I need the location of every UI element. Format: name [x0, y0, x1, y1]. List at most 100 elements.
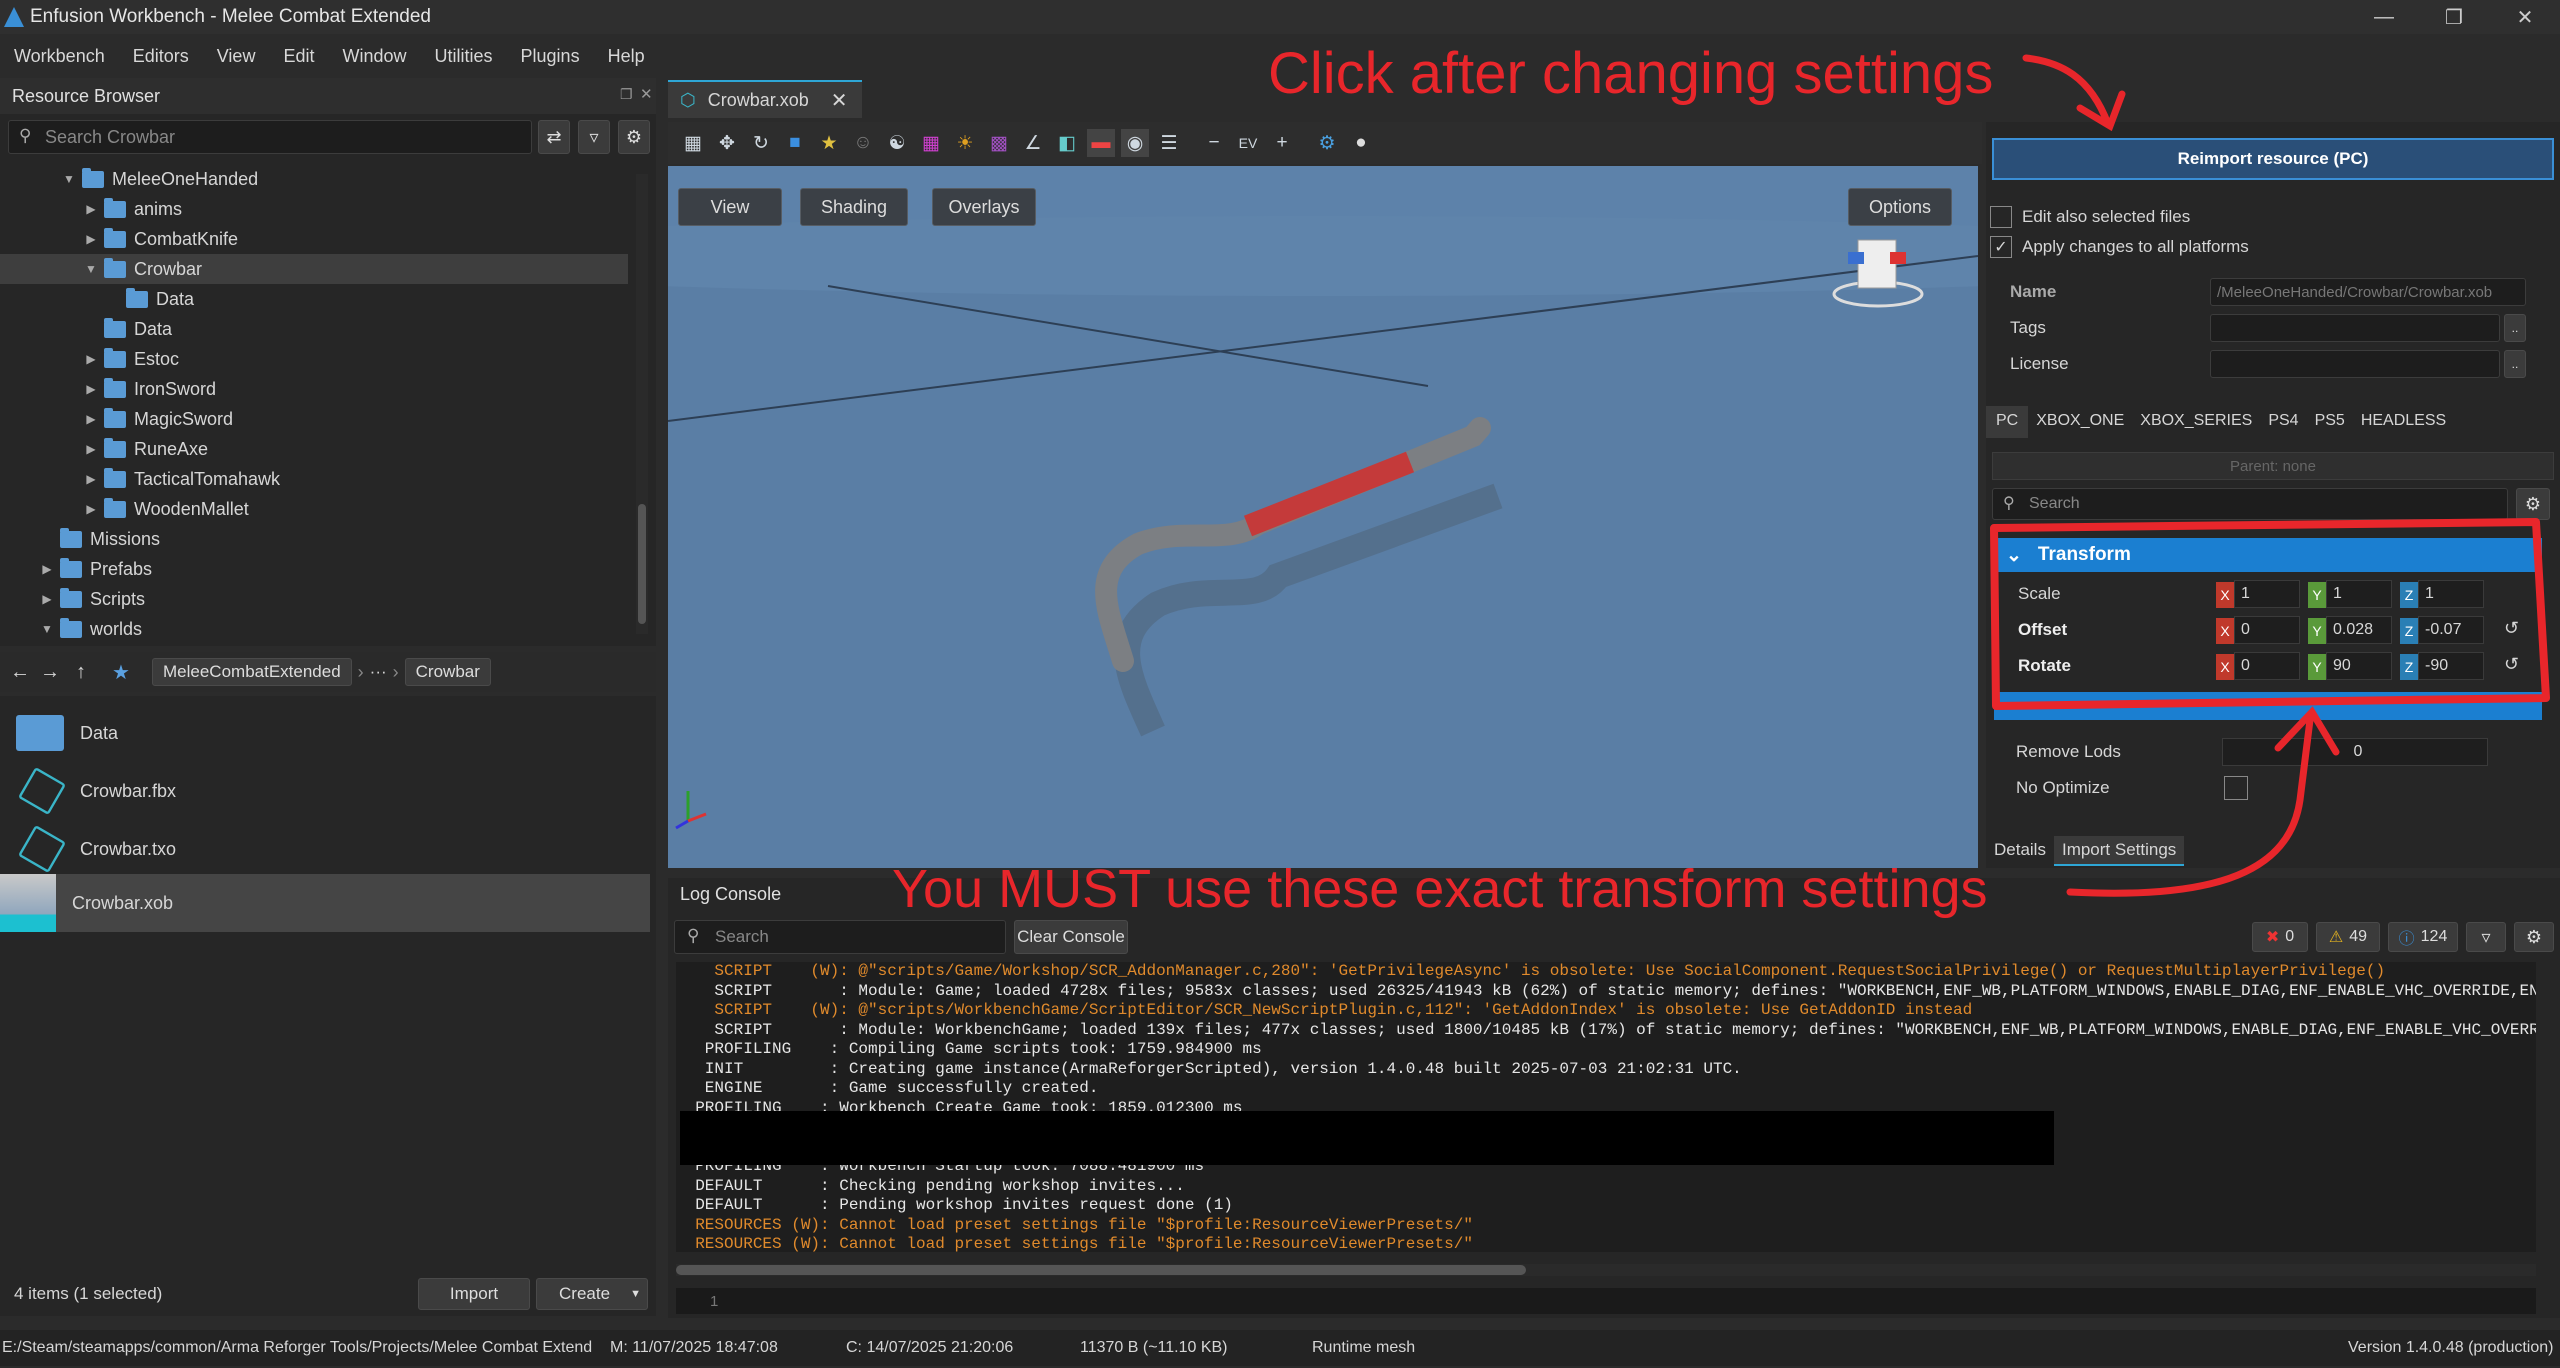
tab-details[interactable]: Details [1986, 836, 2054, 866]
rotate-icon[interactable]: ↻ [747, 129, 775, 157]
chevron-right-icon[interactable]: ▶ [40, 562, 54, 576]
tab-import-settings[interactable]: Import Settings [2053, 836, 2185, 866]
clear-console-button[interactable]: Clear Console [1014, 920, 1128, 954]
light-icon[interactable]: ☀ [951, 129, 979, 157]
log-search-input[interactable]: ⚲ Search [674, 920, 1006, 954]
license-browse-button[interactable]: .. [2504, 350, 2526, 378]
tree-item[interactable]: ▶ IronSword [0, 374, 628, 404]
tree-item[interactable]: ▼ worlds [0, 614, 628, 640]
transform-rotate-z-field[interactable]: -90 [2418, 652, 2484, 680]
log-hscrollbar[interactable] [676, 1264, 2536, 1276]
maximize-button[interactable]: ❐ [2419, 0, 2489, 34]
no-optimize-checkbox[interactable] [2224, 776, 2248, 800]
tab-headless[interactable]: HEADLESS [2353, 406, 2454, 438]
tree-item[interactable]: Missions [0, 524, 628, 554]
reimport-button[interactable]: Reimport resource (PC) [1992, 138, 2554, 180]
skeleton-icon[interactable]: ☺ [849, 129, 877, 157]
remove-lods-field[interactable]: 0 [2222, 738, 2488, 766]
up-icon[interactable]: ↑ [76, 661, 112, 684]
tab-pc[interactable]: PC [1986, 406, 2029, 438]
bone-icon[interactable]: ★ [815, 129, 843, 157]
checkmark-icon[interactable]: ✓ [1990, 236, 2012, 258]
edit-selected-checkbox[interactable]: Edit also selected files [1990, 206, 2190, 228]
chevron-down-icon[interactable]: ▼ [62, 172, 76, 186]
filter-icon[interactable]: ▿ [578, 120, 610, 154]
sync-icon[interactable]: ⇄ [538, 120, 570, 154]
chevron-right-icon[interactable]: ▶ [84, 412, 98, 426]
log-output[interactable]: SCRIPT (W): @"scripts/Game/Workshop/SCR_… [676, 962, 2536, 1252]
zoom-out-icon[interactable]: − [1200, 129, 1228, 157]
tab-xbox-series[interactable]: XBOX_SERIES [2132, 406, 2260, 438]
lod-icon[interactable]: ▦ [917, 129, 945, 157]
zoom-in-icon[interactable]: + [1268, 129, 1296, 157]
checkbox[interactable] [1990, 206, 2012, 228]
breadcrumb-item[interactable]: MeleeCombatExtended [152, 658, 352, 686]
spheres-icon[interactable]: ☯ [883, 129, 911, 157]
list-icon[interactable]: ☰ [1155, 129, 1183, 157]
tags-field[interactable] [2210, 314, 2500, 342]
warnings-filter[interactable]: ⚠ 49 [2316, 922, 2380, 952]
shading-ball-icon[interactable]: ● [1347, 129, 1375, 157]
menu-help[interactable]: Help [608, 46, 645, 67]
back-icon[interactable]: ← [10, 661, 40, 684]
transform-scale-y-field[interactable]: 1 [2326, 580, 2392, 608]
float-panel-icon[interactable]: ❐ [620, 86, 633, 103]
resource-search-input[interactable]: ⚲ Search Crowbar [8, 120, 532, 154]
tree-item[interactable]: ▶ Estoc [0, 344, 628, 374]
list-item[interactable]: Crowbar.fbx [0, 762, 650, 820]
list-item[interactable]: Crowbar.txo [0, 820, 650, 878]
tab-crowbar-xob[interactable]: ⬡ Crowbar.xob ✕ [668, 80, 862, 118]
close-panel-icon[interactable]: ✕ [640, 85, 653, 103]
list-item-selected[interactable]: Crowbar.xob [0, 874, 650, 932]
chevron-down-icon[interactable]: ▼ [84, 262, 98, 276]
tab-ps5[interactable]: PS5 [2307, 406, 2353, 438]
breadcrumb-item[interactable]: Crowbar [404, 658, 491, 686]
apply-all-checkbox[interactable]: ✓ Apply changes to all platforms [1990, 236, 2249, 258]
transform-offset-x-field[interactable]: 0 [2234, 616, 2300, 644]
tree-item[interactable]: ▶ Scripts [0, 584, 628, 614]
chevron-right-icon[interactable]: ▶ [40, 592, 54, 606]
menu-editors[interactable]: Editors [133, 46, 189, 67]
tree-item[interactable]: ▶ TacticalTomahawk [0, 464, 628, 494]
chevron-down-icon[interactable]: ▼ [40, 622, 54, 636]
chevron-right-icon[interactable]: ▶ [84, 232, 98, 246]
visual-section-header[interactable] [1994, 692, 2542, 720]
tree-item[interactable]: ▶ WoodenMallet [0, 494, 628, 524]
name-field[interactable]: /MeleeOneHanded/Crowbar/Crowbar.xob [2210, 278, 2526, 306]
horizon-icon[interactable]: ▬ [1087, 129, 1115, 157]
list-item[interactable]: Data [0, 704, 650, 762]
license-field[interactable] [2210, 350, 2500, 378]
infos-filter[interactable]: ⓘ 124 [2388, 922, 2458, 952]
chevron-right-icon[interactable]: ▶ [84, 202, 98, 216]
tree-item[interactable]: ▶ CombatKnife [0, 224, 628, 254]
tree-item[interactable]: ▶ anims [0, 194, 628, 224]
menu-utilities[interactable]: Utilities [435, 46, 493, 67]
reset-icon[interactable]: ↺ [2504, 618, 2519, 639]
transform-scale-x-field[interactable]: 1 [2234, 580, 2300, 608]
props-search-input[interactable]: ⚲ Search [1992, 488, 2508, 520]
gear-icon[interactable]: ⚙ [2516, 488, 2550, 520]
chevron-right-icon[interactable]: ▶ [84, 352, 98, 366]
import-button[interactable]: Import [418, 1278, 530, 1310]
transform-rotate-y-field[interactable]: 90 [2326, 652, 2392, 680]
tab-ps4[interactable]: PS4 [2260, 406, 2306, 438]
close-window-button[interactable]: ✕ [2490, 0, 2560, 34]
breadcrumb-ellipsis[interactable]: ··· [370, 662, 387, 682]
chevron-right-icon[interactable]: ▶ [84, 382, 98, 396]
tree-item[interactable]: Data [0, 284, 628, 314]
grid-icon[interactable]: ▦ [679, 129, 707, 157]
errors-filter[interactable]: ✖ 0 [2252, 922, 2308, 952]
ev-icon[interactable]: EV [1234, 129, 1262, 157]
transform-offset-y-field[interactable]: 0.028 [2326, 616, 2392, 644]
tree-item[interactable]: ▼ MeleeOneHanded [0, 164, 628, 194]
3d-viewport[interactable]: View Shading Overlays Options [668, 166, 1978, 868]
transform-section-header[interactable]: ⌄ Transform [1994, 538, 2542, 572]
chevron-right-icon[interactable]: ▶ [84, 502, 98, 516]
palette-icon[interactable]: ◧ [1053, 129, 1081, 157]
move-icon[interactable]: ✥ [713, 129, 741, 157]
options-button[interactable]: Options [1848, 188, 1952, 226]
chevron-right-icon[interactable]: ▶ [84, 472, 98, 486]
transform-offset-z-field[interactable]: -0.07 [2418, 616, 2484, 644]
minimize-button[interactable]: — [2349, 0, 2419, 34]
tab-xbox-one[interactable]: XBOX_ONE [2028, 406, 2132, 438]
